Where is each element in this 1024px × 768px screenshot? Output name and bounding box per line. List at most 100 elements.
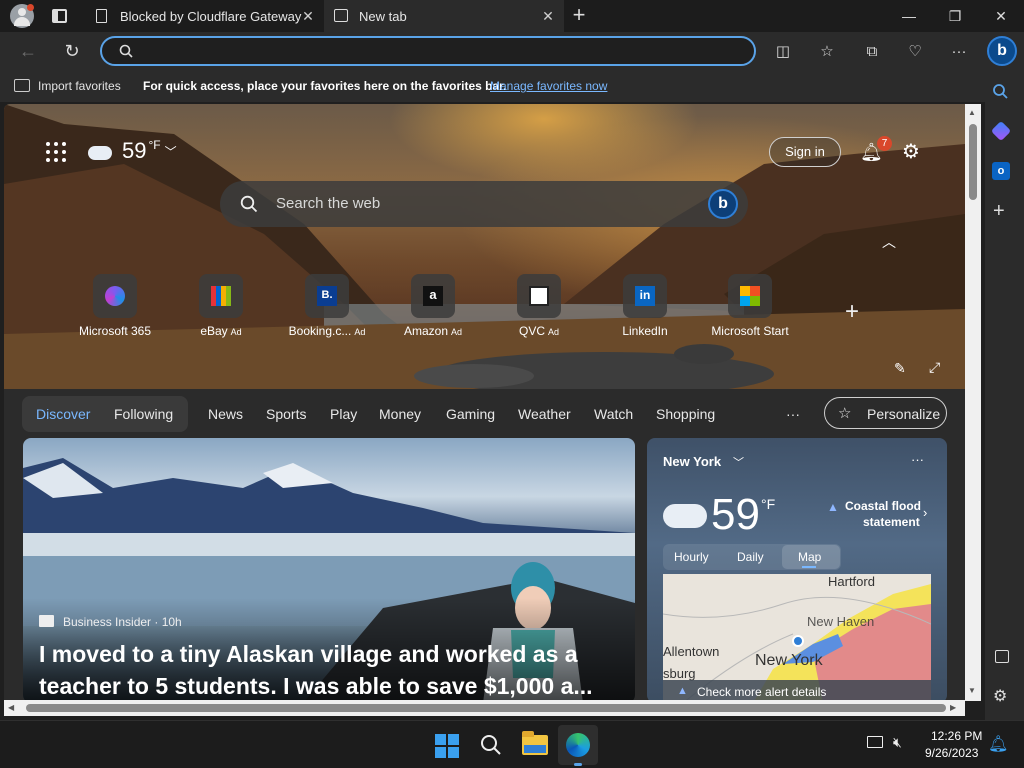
browser-essentials-icon[interactable]: ♡ [903,39,927,63]
discover-tab[interactable]: Discover [36,406,90,422]
alert-details-link[interactable]: Check more alert details [697,685,826,699]
sidebar-settings-icon[interactable]: ⚙ [993,686,1007,706]
personalize-button[interactable]: ☆ Personalize [824,397,947,429]
sign-in-button[interactable]: Sign in [769,137,841,167]
quick-link-qvc[interactable]: QVC Ad [484,274,594,344]
bing-chat-icon[interactable]: b [708,189,738,219]
chevron-right-icon[interactable]: › [923,505,927,520]
restore-button[interactable]: ❐ [932,0,978,32]
close-tab-icon[interactable]: ✕ [540,8,556,24]
document-icon [96,9,107,23]
nav-play[interactable]: Play [330,406,357,422]
outlook-icon[interactable]: o [992,162,1010,180]
address-bar[interactable] [100,36,756,66]
taskbar-search-icon[interactable] [480,734,502,756]
start-windows-icon[interactable] [435,734,459,758]
add-sidebar-app-icon[interactable]: + [993,200,1005,223]
more-options-icon[interactable]: ··· [911,452,924,467]
tab-hourly[interactable]: Hourly [674,550,709,564]
vertical-scrollbar[interactable]: ▲ ▼ [965,104,981,701]
search-icon [240,195,258,213]
taskbar-time[interactable]: 12:26 PM [931,729,982,743]
edge-sidebar: o + ⚙ [985,70,1024,720]
nav-money[interactable]: Money [379,406,421,422]
minimize-button[interactable]: — [886,0,932,32]
scroll-down-arrow-icon[interactable]: ▼ [968,686,976,695]
nav-shopping[interactable]: Shopping [656,406,715,422]
back-arrow-icon[interactable]: ← [16,39,40,63]
tab-map[interactable]: Map [798,550,821,564]
notification-badge: 7 [877,136,892,151]
more-menu-icon[interactable]: ··· [947,39,971,63]
page-settings-gear-icon[interactable]: ⚙ [902,139,920,164]
bing-copilot-icon[interactable]: b [987,36,1017,66]
close-tab-icon[interactable]: ✕ [300,8,316,24]
tab-actions-icon[interactable] [52,9,67,23]
taskbar-date[interactable]: 9/26/2023 [925,746,978,760]
chevron-down-icon: ﹀ [164,144,177,159]
new-tab-button[interactable]: + [566,4,592,28]
quick-link-tile: a [411,274,455,318]
weather-card[interactable]: New York ﹀ ··· 59 °F ▲ Coastal flood sta… [647,438,947,701]
profile-avatar[interactable] [10,4,34,28]
alert-title[interactable]: Coastal flood [845,499,921,513]
quick-link-ebay[interactable]: eBay Ad [166,274,276,344]
story-headline[interactable]: I moved to a tiny Alaskan village and wo… [39,638,619,701]
weather-unit: °F [761,496,776,512]
scroll-left-arrow-icon[interactable]: ◀ [8,703,14,712]
quick-link-amazon[interactable]: a Amazon Ad [378,274,488,344]
favorites-bar: Import favorites For quick access, place… [0,70,985,102]
favorites-star-icon[interactable]: ☆ [815,39,839,63]
nav-weather[interactable]: Weather [518,406,571,422]
tab-daily[interactable]: Daily [737,550,764,564]
apps-launcher-icon[interactable] [46,142,66,162]
alert-subtitle[interactable]: statement [863,515,920,529]
refresh-icon[interactable]: ↻ [60,39,84,63]
edge-browser-icon [566,733,590,757]
collections-icon[interactable]: ⧉ [860,39,884,63]
main-story-card[interactable]: Business Insider · 10h I moved to a tiny… [23,438,635,701]
web-search-box[interactable]: Search the web b [220,181,748,227]
collapse-chevron-up-icon[interactable]: ︿ [882,232,896,252]
quick-link-microsoft-start[interactable]: Microsoft Start [695,274,805,344]
scroll-right-arrow-icon[interactable]: ▶ [950,703,956,712]
edge-taskbar-active[interactable] [558,725,598,766]
weather-location[interactable]: New York [663,454,721,469]
scroll-up-arrow-icon[interactable]: ▲ [968,108,976,117]
alert-details-bar[interactable]: ▲ Check more alert details [663,680,931,701]
quick-link-microsoft-365[interactable]: Microsoft 365 [60,274,170,344]
tab-new-tab[interactable]: New tab ✕ [324,0,564,32]
split-screen-icon[interactable]: ◫ [771,39,795,63]
import-favorites-button[interactable]: Import favorites [38,79,121,93]
nav-sports[interactable]: Sports [266,406,306,422]
network-icon[interactable] [867,736,883,748]
horizontal-scrollbar[interactable]: ◀ ▶ [4,700,965,716]
tab-blocked[interactable]: Blocked by Cloudflare Gateway ✕ [84,0,324,32]
file-explorer-icon[interactable] [522,731,548,755]
search-icon[interactable] [992,83,1008,99]
ad-label: Ad [354,327,366,337]
add-quick-link-button[interactable]: + [845,298,859,326]
quick-link-label: Booking.c... [288,324,352,338]
copilot-icon[interactable] [990,120,1012,142]
volume-muted-icon[interactable]: 🔇︎ [893,734,902,751]
following-tab[interactable]: Following [114,406,173,422]
notification-center-bell-icon[interactable]: 🔔︎ [988,734,1008,754]
quick-link-linkedin[interactable]: in LinkedIn [590,274,700,344]
customize-background-icon[interactable]: ✎ [894,360,906,377]
more-nav-icon[interactable]: ··· [786,406,800,422]
nav-watch[interactable]: Watch [594,406,633,422]
quick-link-booking[interactable]: B. Booking.c... Ad [272,274,382,344]
map-label-sburg: sburg [663,666,696,681]
manage-favorites-link[interactable]: Manage favorites now [490,79,607,93]
hide-sidebar-icon[interactable] [995,650,1009,663]
close-window-button[interactable]: ✕ [978,0,1024,32]
weather-map[interactable]: Hartford New Haven Allentown New York sb… [663,574,931,701]
tab-strip: Blocked by Cloudflare Gateway ✕ New tab … [0,0,1024,32]
hscrollbar-thumb[interactable] [26,704,946,712]
nav-gaming[interactable]: Gaming [446,406,495,422]
nav-news[interactable]: News [208,406,243,422]
weather-widget[interactable]: 59 °F ﹀ [88,136,177,166]
expand-icon[interactable]: ⤢ [929,359,940,376]
scrollbar-thumb[interactable] [969,124,977,200]
